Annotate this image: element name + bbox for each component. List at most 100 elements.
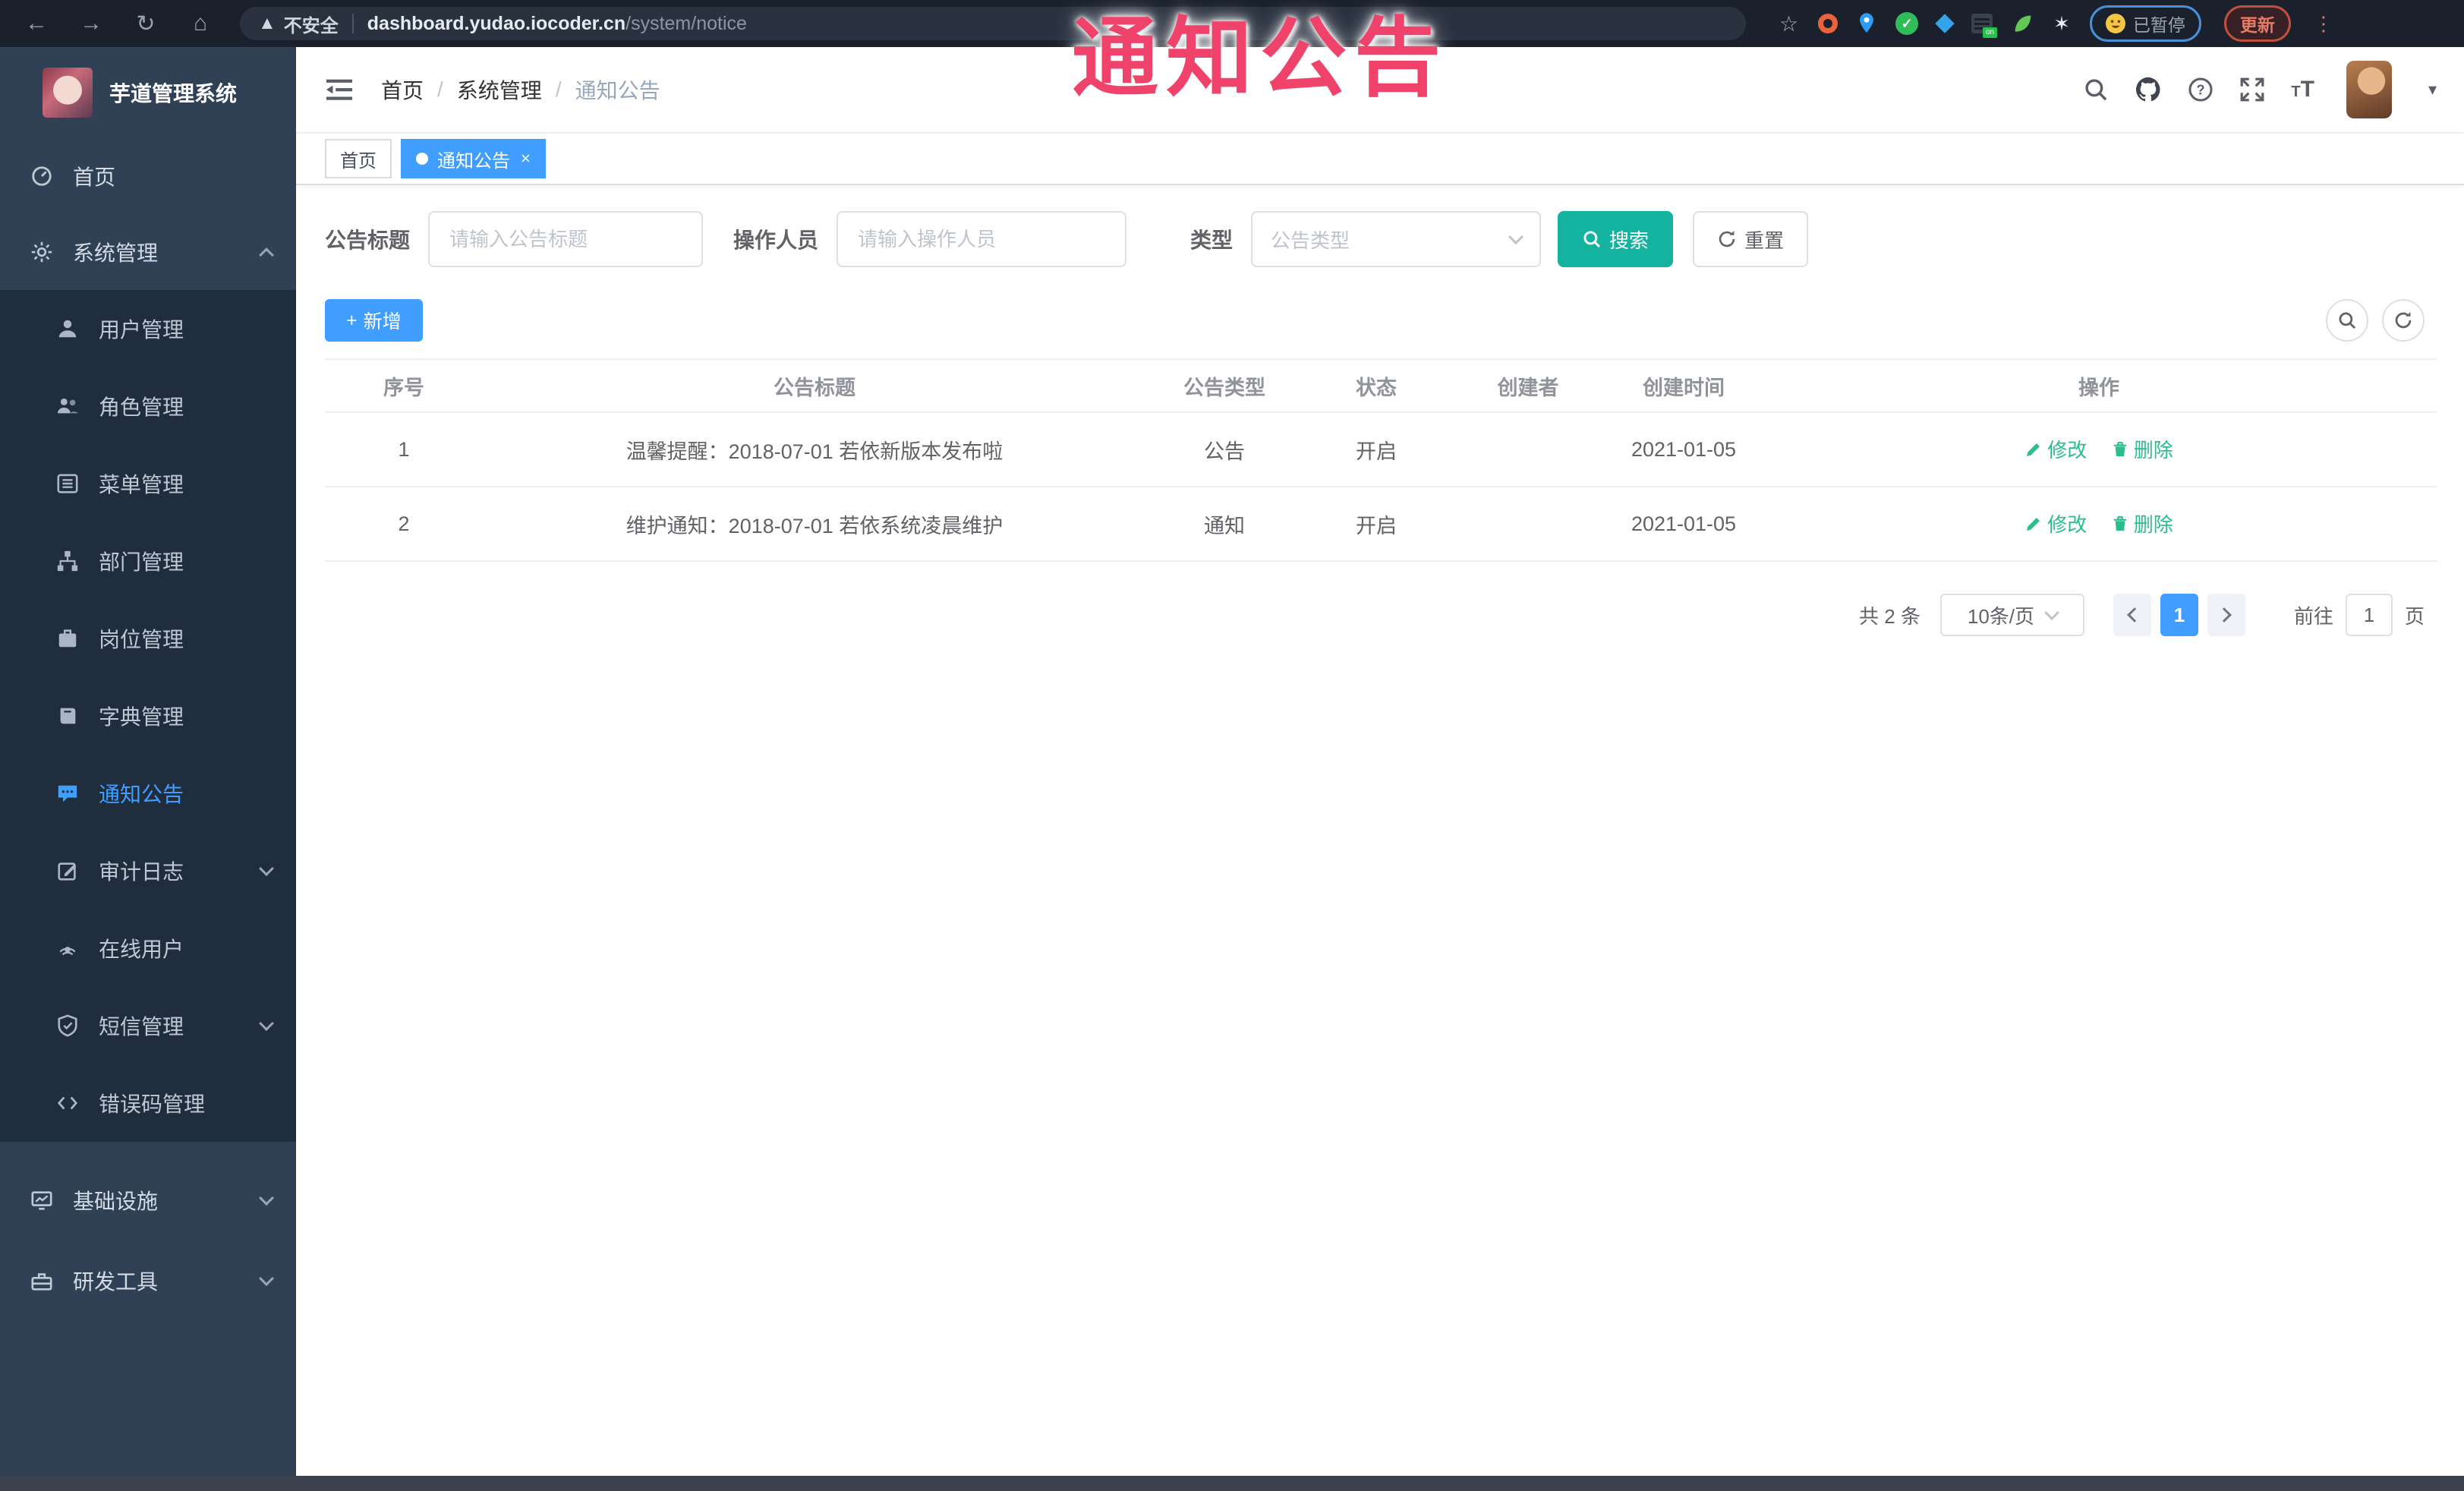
sidebar-item-posts[interactable]: 岗位管理 bbox=[0, 600, 296, 677]
refresh-table-button[interactable] bbox=[2382, 299, 2425, 342]
url-host: dashboard.yudao.iocoder.cn bbox=[367, 12, 626, 34]
forward-icon[interactable]: → bbox=[73, 5, 109, 42]
search-icon[interactable] bbox=[2083, 77, 2109, 102]
help-icon[interactable]: ? bbox=[2188, 77, 2214, 102]
fullscreen-icon[interactable] bbox=[2239, 77, 2265, 102]
switchy-extension-icon[interactable]: on bbox=[1971, 14, 1998, 38]
sidebar-item-error-codes[interactable]: 错误码管理 bbox=[0, 1064, 296, 1142]
notices-table: 序号 公告标题 公告类型 状态 创建者 创建时间 操作 1 温馨提醒：2018-… bbox=[325, 358, 2437, 562]
dev-tools-icon bbox=[31, 1273, 52, 1291]
app-logo-row[interactable]: 芋道管理系统 bbox=[0, 47, 296, 138]
sidebar-item-sms[interactable]: 短信管理 bbox=[0, 987, 296, 1064]
sidebar-item-users[interactable]: 用户管理 bbox=[0, 290, 296, 367]
tab-close-icon[interactable]: × bbox=[521, 150, 531, 167]
paw-extension-icon[interactable]: ✶ bbox=[2053, 12, 2070, 36]
reload-icon[interactable]: ↻ bbox=[128, 5, 164, 42]
update-button[interactable]: 更新 bbox=[2223, 5, 2291, 42]
sidebar-item-system[interactable]: 系统管理 bbox=[0, 214, 296, 290]
browser-menu-icon[interactable]: ⋮ bbox=[2314, 12, 2333, 36]
sidebar-item-audit-log[interactable]: 审计日志 bbox=[0, 832, 296, 909]
sidebar-item-notices[interactable]: 通知公告 bbox=[0, 755, 296, 832]
sms-shield-icon bbox=[58, 1014, 77, 1037]
infrastructure-icon bbox=[31, 1191, 52, 1210]
sidebar-item-roles[interactable]: 角色管理 bbox=[0, 367, 296, 445]
home-icon[interactable]: ⌂ bbox=[182, 5, 219, 42]
active-tab-dot bbox=[416, 153, 428, 165]
chevron-up-icon bbox=[259, 247, 274, 263]
chevron-right-icon bbox=[2217, 607, 2232, 623]
orange-extension-icon[interactable] bbox=[1818, 14, 1839, 33]
app-logo bbox=[43, 68, 93, 118]
pagination-total: 共 2 条 bbox=[1859, 604, 1920, 628]
sidebar: 芋道管理系统 首页 系统管理 用户管理 角色管理 菜单管理 部门管理 岗位管理 … bbox=[0, 47, 296, 1476]
tab-home[interactable]: 首页 bbox=[325, 139, 392, 178]
bookmark-star-icon[interactable]: ☆ bbox=[1779, 11, 1798, 36]
edit-button[interactable]: 修改 bbox=[2024, 435, 2087, 463]
github-icon[interactable] bbox=[2135, 76, 2162, 103]
caret-down-icon[interactable]: ▾ bbox=[2428, 80, 2437, 99]
breadcrumb: 首页 / 系统管理 / 通知公告 bbox=[381, 74, 660, 105]
back-icon[interactable]: ← bbox=[18, 5, 55, 42]
edit-button[interactable]: 修改 bbox=[2024, 509, 2087, 537]
map-pin-extension-icon[interactable] bbox=[1857, 12, 1876, 35]
chevron-left-icon bbox=[2127, 607, 2142, 623]
paused-badge[interactable]: 已暂停 bbox=[2089, 5, 2201, 42]
notice-title: 维护通知：2018-07-01 若依系统凌晨维护 bbox=[483, 487, 1146, 562]
col-create-time: 创建时间 bbox=[1606, 358, 1761, 413]
user-icon bbox=[58, 320, 77, 338]
reset-button[interactable]: 重置 bbox=[1693, 211, 1809, 267]
font-size-icon[interactable]: TT bbox=[2291, 78, 2314, 101]
col-index: 序号 bbox=[325, 358, 483, 413]
online-users-icon bbox=[59, 947, 76, 956]
add-button[interactable]: + 新增 bbox=[325, 299, 423, 342]
sidebar-toggle-icon[interactable] bbox=[325, 77, 354, 102]
search-icon bbox=[2339, 312, 2356, 329]
table-header-row: 序号 公告标题 公告类型 状态 创建者 创建时间 操作 bbox=[325, 358, 2437, 413]
plus-icon: + bbox=[346, 309, 358, 331]
sidebar-item-dev-tools[interactable]: 研发工具 bbox=[0, 1240, 296, 1321]
sidebar-item-menus[interactable]: 菜单管理 bbox=[0, 445, 296, 522]
tags-view-bar: 首页 通知公告 × bbox=[296, 134, 2464, 185]
next-page-button[interactable] bbox=[2207, 594, 2245, 636]
sidebar-item-online-users[interactable]: 在线用户 bbox=[0, 909, 296, 987]
prev-page-button[interactable] bbox=[2113, 594, 2151, 636]
trash-icon bbox=[2113, 441, 2126, 456]
delete-button[interactable]: 删除 bbox=[2111, 435, 2173, 463]
table-toolbar: + 新增 bbox=[325, 299, 2437, 342]
green-extension-icon[interactable]: ✓ bbox=[1895, 12, 1919, 35]
sidebar-item-home[interactable]: 首页 bbox=[0, 138, 296, 214]
diamond-extension-icon[interactable] bbox=[1935, 14, 1955, 33]
sidebar-item-infrastructure[interactable]: 基础设施 bbox=[0, 1160, 296, 1240]
address-bar[interactable]: ▲ 不安全 dashboard.yudao.iocoder.cn /system… bbox=[240, 7, 1746, 40]
col-creator: 创建者 bbox=[1450, 358, 1606, 413]
page-number-current[interactable]: 1 bbox=[2160, 594, 2198, 636]
type-filter-label: 类型 bbox=[1190, 229, 1234, 252]
title-filter-input[interactable] bbox=[428, 211, 704, 267]
status-text: 开启 bbox=[1303, 487, 1450, 562]
goto-page-input[interactable] bbox=[2345, 594, 2393, 636]
breadcrumb-home[interactable]: 首页 bbox=[381, 74, 424, 105]
avatar[interactable] bbox=[2346, 61, 2392, 118]
svg-text:?: ? bbox=[2197, 82, 2205, 97]
table-row: 1 温馨提醒：2018-07-01 若依新版本发布啦 公告 开启 2021-01… bbox=[325, 412, 2437, 487]
sidebar-item-dicts[interactable]: 字典管理 bbox=[0, 677, 296, 755]
col-type: 公告类型 bbox=[1146, 358, 1303, 413]
main-header: 首页 / 系统管理 / 通知公告 ? TT ▾ bbox=[296, 47, 2464, 134]
roles-icon bbox=[57, 398, 79, 414]
dashboard-icon bbox=[32, 166, 52, 186]
toggle-search-button[interactable] bbox=[2326, 299, 2368, 342]
org-tree-icon bbox=[57, 550, 78, 572]
type-filter-select[interactable]: 公告类型 bbox=[1251, 211, 1542, 267]
chevron-down-icon bbox=[259, 1016, 274, 1032]
trash-icon bbox=[2113, 515, 2126, 531]
audit-log-icon bbox=[58, 862, 77, 881]
leaf-extension-icon[interactable] bbox=[2012, 13, 2034, 34]
tab-notices[interactable]: 通知公告 × bbox=[401, 139, 546, 178]
page-size-select[interactable]: 10条/页 bbox=[1939, 594, 2084, 636]
delete-button[interactable]: 删除 bbox=[2111, 509, 2173, 537]
operator-filter-input[interactable] bbox=[837, 211, 1127, 267]
app-title: 芋道管理系统 bbox=[109, 82, 238, 106]
search-button[interactable]: 搜索 bbox=[1558, 211, 1674, 267]
breadcrumb-system[interactable]: 系统管理 bbox=[457, 74, 542, 105]
sidebar-item-departments[interactable]: 部门管理 bbox=[0, 522, 296, 600]
